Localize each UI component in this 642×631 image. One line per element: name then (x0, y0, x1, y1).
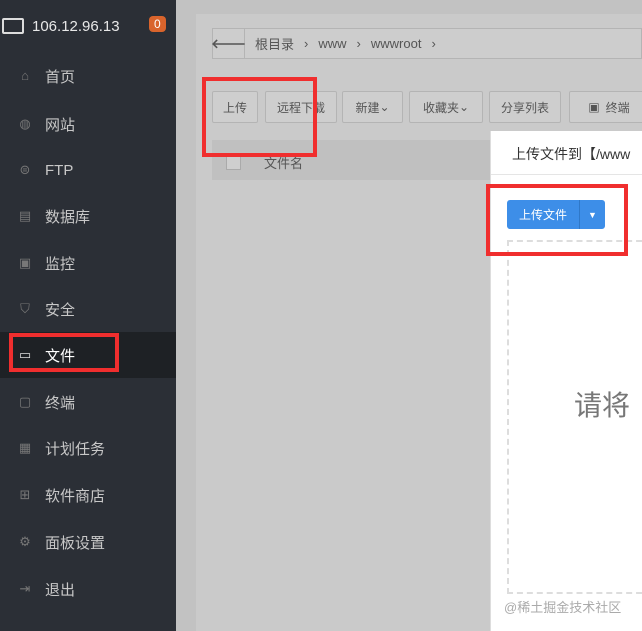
back-arrow-icon[interactable]: 🡐 (211, 29, 246, 58)
highlight-box-upload-file (486, 184, 628, 256)
sidebar-item-store[interactable]: ⊞ 软件商店 (0, 472, 176, 518)
favorites-label: 收藏夹 (422, 100, 459, 115)
sidebar-item-label: 退出 (45, 581, 76, 599)
sidebar-item-monitor[interactable]: ▣ 监控 (0, 240, 176, 286)
sidebar-item-label: FTP (45, 161, 74, 179)
sidebar-item-terminal[interactable]: ▢ 终端 (0, 379, 176, 425)
database-icon: ▤ (18, 208, 32, 223)
sidebar-item-label: 安全 (45, 301, 76, 319)
sidebar: 106.12.96.13 0 ⌂ 首页 ◍ 网站 ⊜ FTP ▤ 数据库 ▣ 监控 ⛉ 安全… (0, 0, 176, 631)
breadcrumb: 🡐 根目录 › www › wwwroot › (211, 28, 642, 59)
terminal-label: 终端 (605, 100, 630, 115)
sidebar-item-label: 数据库 (45, 208, 91, 226)
sidebar-item-logout[interactable]: ⇥ 退出 (0, 566, 176, 612)
sidebar-item-cron[interactable]: ▦ 计划任务 (0, 425, 176, 471)
sidebar-item-security[interactable]: ⛉ 安全 (0, 286, 176, 332)
chevron-right-icon: › (304, 36, 309, 51)
chevron-down-icon: ⌄ (379, 100, 390, 114)
highlight-box-files (9, 333, 119, 372)
terminal-button[interactable]: ▣ 终端 (569, 91, 642, 123)
sidebar-item-label: 网站 (45, 116, 76, 134)
sidebar-item-settings[interactable]: ⚙ 面板设置 (0, 519, 176, 565)
chevron-right-icon: › (431, 36, 436, 51)
drop-hint: 请将 (574, 390, 631, 421)
home-icon: ⌂ (21, 68, 29, 83)
breadcrumb-root[interactable]: 根目录 (255, 34, 294, 53)
sidebar-item-label: 监控 (45, 255, 76, 273)
terminal-icon: ▣ (588, 100, 600, 114)
share-list-button[interactable]: 分享列表 (489, 91, 561, 123)
new-label: 新建 (355, 100, 380, 115)
dialog-title: 上传文件到【/www (491, 131, 642, 175)
favorites-dropdown-button[interactable]: 收藏夹 ⌄ (409, 91, 483, 123)
sidebar-item-label: 计划任务 (45, 440, 106, 458)
calendar-icon: ▦ (18, 440, 32, 455)
drop-zone[interactable]: 请将 (507, 240, 642, 594)
apps-icon: ⊞ (19, 487, 31, 502)
chevron-down-icon: ⌄ (458, 100, 470, 114)
select-all-checkbox[interactable] (226, 155, 241, 170)
notification-badge[interactable]: 0 (149, 16, 166, 32)
sidebar-item-label: 终端 (45, 394, 76, 412)
sidebar-item-home[interactable]: ⌂ 首页 (0, 53, 176, 99)
breadcrumb-www[interactable]: www (318, 36, 346, 51)
monitor-icon (2, 18, 24, 34)
monitor-icon: ▣ (18, 255, 32, 270)
sidebar-item-website[interactable]: ◍ 网站 (0, 101, 176, 147)
sidebar-item-label: 面板设置 (45, 534, 106, 552)
breadcrumb-wwwroot[interactable]: wwwroot (371, 36, 422, 51)
terminal-icon: ▢ (18, 394, 32, 409)
globe-icon: ◍ (19, 116, 31, 131)
chevron-right-icon: › (356, 36, 361, 51)
sidebar-item-label: 软件商店 (45, 487, 106, 505)
shield-icon: ⛉ (20, 301, 30, 316)
server-ip: 106.12.96.13 (32, 17, 120, 35)
ftp-icon: ⊜ (19, 162, 31, 177)
sidebar-item-ftp[interactable]: ⊜ FTP (0, 147, 176, 193)
logout-icon: ⇥ (19, 581, 31, 596)
sidebar-item-label: 首页 (45, 68, 76, 86)
sidebar-item-database[interactable]: ▤ 数据库 (0, 193, 176, 239)
gear-icon: ⚙ (19, 534, 31, 549)
highlight-box-upload (202, 77, 317, 157)
new-dropdown-button[interactable]: 新建 ⌄ (342, 91, 403, 123)
watermark: @稀土掘金技术社区 (504, 600, 622, 615)
